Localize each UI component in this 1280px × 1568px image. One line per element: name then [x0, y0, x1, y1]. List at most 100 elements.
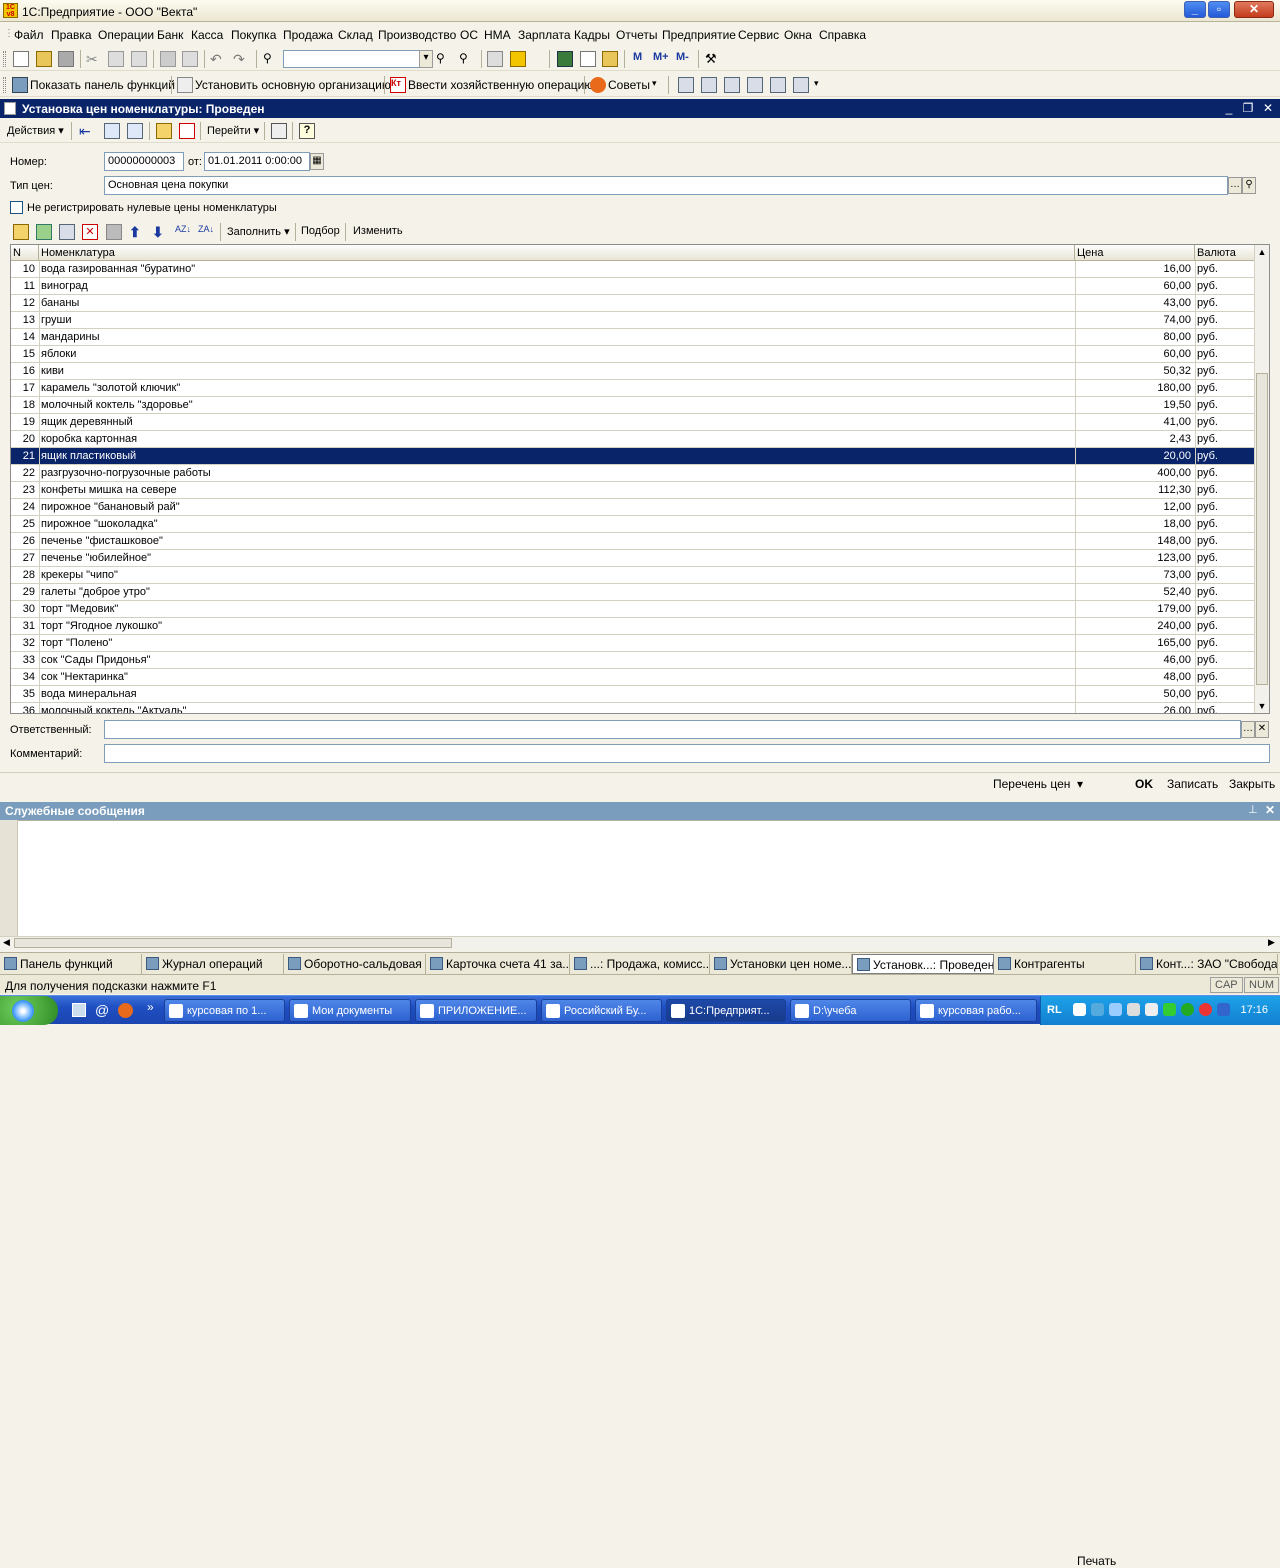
cell-price[interactable]: 18,00: [1077, 518, 1191, 530]
cell-name[interactable]: молочный коктель "Актуаль": [41, 705, 1071, 713]
price-type-field[interactable]: Основная цена покупки: [104, 176, 1228, 195]
memory-plus-icon[interactable]: M+: [653, 51, 675, 67]
tools-icon[interactable]: ⚒: [705, 51, 721, 67]
journal-icon-1[interactable]: [678, 77, 694, 93]
actions-menu[interactable]: Действия ▾: [7, 124, 64, 137]
cell-name[interactable]: разгрузочно-погрузочные работы: [41, 467, 1071, 479]
set-main-org-button[interactable]: Установить основную организацию: [195, 78, 391, 92]
cell-name[interactable]: яблоки: [41, 348, 1071, 360]
find-next-icon[interactable]: ⚲: [436, 51, 452, 67]
cell-currency[interactable]: руб.: [1197, 399, 1253, 411]
print-button[interactable]: Печать ▾: [1077, 777, 1116, 1568]
cell-price[interactable]: 165,00: [1077, 637, 1191, 649]
cell-number[interactable]: 20: [11, 433, 35, 445]
display-icon[interactable]: [1109, 1003, 1122, 1016]
cell-number[interactable]: 31: [11, 620, 35, 632]
table-row[interactable]: 14 мандарины 80,00 руб.: [11, 329, 1255, 346]
cell-number[interactable]: 13: [11, 314, 35, 326]
find-prev-icon[interactable]: ⚲: [459, 51, 475, 67]
table-row[interactable]: 24 пирожное "банановый рай" 12,00 руб.: [11, 499, 1255, 516]
cell-number[interactable]: 14: [11, 331, 35, 343]
doc-close-button[interactable]: ✕: [1261, 101, 1275, 115]
price-type-open-button[interactable]: ⚲: [1242, 177, 1256, 194]
cell-price[interactable]: 12,00: [1077, 501, 1191, 513]
doc-restore-button[interactable]: ❐: [1241, 101, 1255, 115]
cell-name[interactable]: киви: [41, 365, 1071, 377]
cell-currency[interactable]: руб.: [1197, 518, 1253, 530]
cell-currency[interactable]: руб.: [1197, 620, 1253, 632]
messages-close-icon[interactable]: ✕: [1265, 803, 1275, 817]
cell-currency[interactable]: руб.: [1197, 331, 1253, 343]
cell-currency[interactable]: руб.: [1197, 416, 1253, 428]
window-tab[interactable]: Конт...: ЗАО "Свобода": [1136, 954, 1278, 974]
menu-file[interactable]: Файл: [14, 28, 44, 42]
menu-operations[interactable]: Операции: [98, 28, 154, 42]
end-edit-icon[interactable]: [106, 224, 122, 240]
movements-icon[interactable]: [104, 123, 120, 139]
cell-name[interactable]: пирожное "шоколадка": [41, 518, 1071, 530]
window-tab[interactable]: Контрагенты: [994, 954, 1136, 974]
firefox-icon[interactable]: [118, 1003, 133, 1018]
messages-area[interactable]: [0, 820, 1280, 950]
pin-icon[interactable]: ⊥: [1248, 803, 1258, 816]
cell-price[interactable]: 50,32: [1077, 365, 1191, 377]
table-row[interactable]: 16 киви 50,32 руб.: [11, 363, 1255, 380]
menu-warehouse[interactable]: Склад: [338, 28, 373, 42]
save-button[interactable]: Записать: [1167, 777, 1218, 791]
sort-desc-icon[interactable]: ZA↓: [198, 224, 214, 240]
cell-price[interactable]: 123,00: [1077, 552, 1191, 564]
cell-name[interactable]: торт "Ягодное лукошко": [41, 620, 1071, 632]
copy-row-icon[interactable]: [36, 224, 52, 240]
cell-name[interactable]: ящик пластиковый: [41, 450, 1071, 462]
cell-price[interactable]: 41,00: [1077, 416, 1191, 428]
price-type-select-button[interactable]: …: [1228, 177, 1242, 194]
cell-currency[interactable]: руб.: [1197, 467, 1253, 479]
table-scrollbar[interactable]: ▲ ▼: [1254, 245, 1269, 713]
table-row[interactable]: 13 груши 74,00 руб.: [11, 312, 1255, 329]
cell-name[interactable]: сок "Сады Придонья": [41, 654, 1071, 666]
table-row[interactable]: 15 яблоки 60,00 руб.: [11, 346, 1255, 363]
table-row[interactable]: 33 сок "Сады Придонья" 46,00 руб.: [11, 652, 1255, 669]
column-header-n[interactable]: N: [11, 245, 39, 261]
more-dropdown-icon[interactable]: ▾: [814, 78, 819, 89]
network-icon[interactable]: [1091, 1003, 1104, 1016]
save-icon[interactable]: [58, 51, 74, 67]
cell-currency[interactable]: руб.: [1197, 705, 1253, 713]
cell-price[interactable]: 52,40: [1077, 586, 1191, 598]
cell-name[interactable]: торт "Медовик": [41, 603, 1071, 615]
copy-icon[interactable]: [108, 51, 124, 67]
column-header-name[interactable]: Номенклатура: [39, 245, 1075, 261]
window-tab[interactable]: Журнал операций: [142, 954, 284, 974]
menu-purchase[interactable]: Покупка: [231, 28, 276, 42]
calendar-icon[interactable]: [580, 51, 596, 67]
cell-number[interactable]: 29: [11, 586, 35, 598]
cell-currency[interactable]: руб.: [1197, 569, 1253, 581]
cell-currency[interactable]: руб.: [1197, 603, 1253, 615]
cell-name[interactable]: торт "Полено": [41, 637, 1071, 649]
hscroll-thumb[interactable]: [14, 938, 452, 948]
menu-service[interactable]: Сервис: [738, 28, 779, 42]
taskbar-button[interactable]: Российский Бу...: [541, 999, 662, 1022]
cell-currency[interactable]: руб.: [1197, 382, 1253, 394]
menu-salary[interactable]: Зарплата: [518, 28, 571, 42]
show-desktop-icon[interactable]: [72, 1003, 86, 1017]
minimize-button[interactable]: _: [1184, 1, 1206, 18]
ok-button[interactable]: OK: [1135, 777, 1153, 791]
search-dropdown[interactable]: ▾: [419, 50, 433, 68]
cell-name[interactable]: печенье "фисташковое": [41, 535, 1071, 547]
windows-icon[interactable]: [487, 51, 503, 67]
cell-number[interactable]: 33: [11, 654, 35, 666]
refresh-icon[interactable]: [127, 123, 143, 139]
cell-currency[interactable]: руб.: [1197, 314, 1253, 326]
binoculars-icon[interactable]: ⚲: [263, 51, 279, 67]
cell-price[interactable]: 50,00: [1077, 688, 1191, 700]
table-row[interactable]: 19 ящик деревянный 41,00 руб.: [11, 414, 1255, 431]
no-zero-prices-checkbox[interactable]: [10, 201, 23, 214]
structure-icon[interactable]: [271, 123, 287, 139]
cell-price[interactable]: 26,00: [1077, 705, 1191, 713]
clock[interactable]: 17:16: [1240, 1004, 1268, 1016]
cell-price[interactable]: 73,00: [1077, 569, 1191, 581]
cell-price[interactable]: 20,00: [1077, 450, 1191, 462]
cell-price[interactable]: 19,50: [1077, 399, 1191, 411]
cell-currency[interactable]: руб.: [1197, 433, 1253, 445]
